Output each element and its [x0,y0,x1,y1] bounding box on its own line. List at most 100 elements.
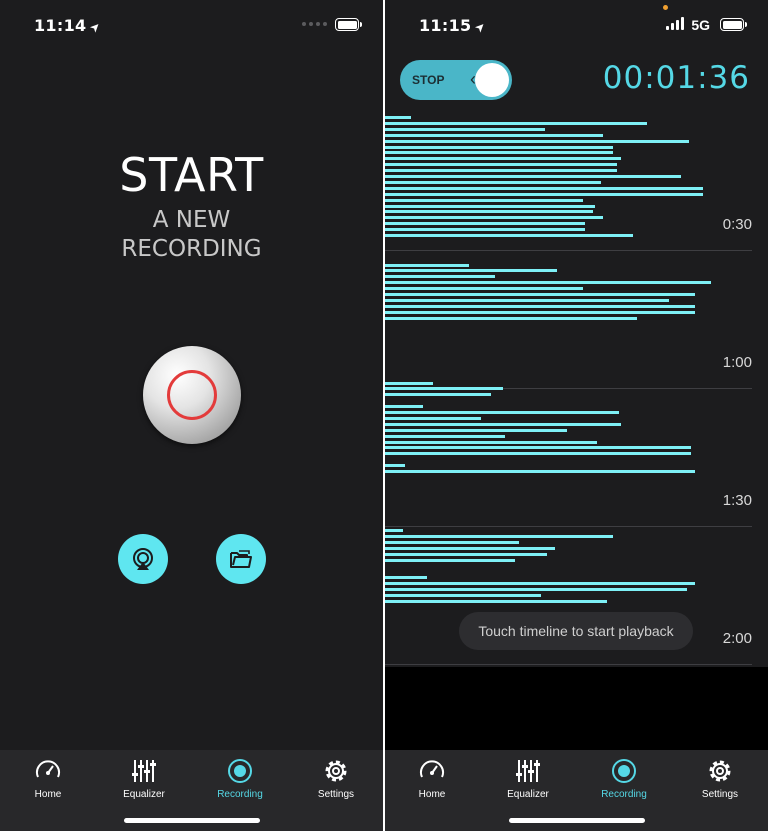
network-type: 5G [691,17,710,33]
waveform-bar [385,151,613,155]
record-icon [609,756,639,786]
airplay-icon [133,548,153,570]
waveform-bar [385,133,603,137]
waveform-bar [385,411,619,414]
record-button[interactable] [143,346,241,444]
waveform-bar [385,281,711,285]
start-title: START [119,148,264,202]
location-arrow-icon: ➤ [472,18,490,36]
waveform-bar [385,275,495,279]
tab-home-label: Home [34,789,62,800]
tab-recording-label: Recording [601,789,647,800]
waveform-bar [385,204,595,208]
waveform-bar [385,157,621,161]
waveform-bar [385,416,481,420]
waveform-bar [385,180,601,184]
waveform-bar [385,452,691,456]
waveform-bar [385,145,613,149]
tab-equalizer[interactable]: Equalizer [488,756,568,800]
waveform-bar [385,287,583,291]
waveform-bar [385,440,597,444]
waveform-bar [385,293,695,296]
record-ring-icon [167,370,217,420]
equalizer-icon [513,756,543,786]
toggle-knob[interactable] [475,63,509,97]
folder-icon [230,550,252,568]
subtitle-line-1: A NEW [152,207,231,233]
waveform-bar [385,540,519,544]
waveform-bar [385,534,613,538]
waveform-bar [385,576,427,580]
waveform-bar [385,228,585,232]
tab-home[interactable]: Home [392,756,472,800]
timeline-tick-line [385,526,752,527]
waveform-bar [385,464,405,468]
waveform-bar [385,116,411,119]
start-subtitle: A NEW RECORDING [0,206,383,264]
gear-icon [705,756,735,786]
tab-equalizer-label: Equalizer [123,789,165,800]
tab-settings[interactable]: Settings [296,756,376,800]
waveform-bar [385,298,669,302]
waveform-bar [385,222,585,226]
tab-recording-label: Recording [217,789,263,800]
status-bar: 11:14➤ [0,0,383,50]
subtitle-line-2: RECORDING [121,236,262,262]
tab-settings[interactable]: Settings [680,756,760,800]
waveform-bar [385,422,621,426]
waveform-bar [385,192,703,196]
waveform-bar [385,546,555,550]
cellular-signal-icon [666,17,684,30]
tab-recording[interactable]: Recording [584,756,664,800]
tab-recording[interactable]: Recording [200,756,280,800]
waveform-bar [385,121,647,125]
battery-icon [335,18,362,31]
signal-dots-icon [302,22,327,26]
status-bar: 11:15➤ 5G [385,0,768,50]
waveform-timeline[interactable]: 0:30 1:00 1:30 2:00 [385,112,768,668]
waveform-bar [385,186,703,190]
waveform-bar [385,405,423,409]
waveform-bar [385,446,691,450]
playback-hint-toast: Touch timeline to start playback [459,612,693,650]
waveform-bar [385,582,695,586]
waveform-bar [385,216,603,220]
airplay-button[interactable] [118,534,168,584]
tab-equalizer-label: Equalizer [507,789,549,800]
waveform-bar [385,139,689,143]
waveform-bar [385,198,583,202]
waveform-bar [385,393,491,397]
waveform-bar [385,263,469,267]
timeline-tick-line [385,250,752,251]
time-marker: 0:30 [722,216,752,233]
home-indicator [509,818,645,823]
speedometer-icon [33,756,63,786]
waveform-bar [385,163,617,167]
waveform-bar [385,387,503,391]
tab-home[interactable]: Home [8,756,88,800]
timeline-tick-line [385,664,752,665]
stop-toggle[interactable]: STOP ‹ [400,60,512,100]
waveform-bar [385,127,545,131]
recording-timer: 00:01:36 [602,60,750,96]
waveform-bar [385,316,637,320]
time-marker: 2:00 [722,630,752,647]
waveform-bar [385,428,567,432]
tab-settings-label: Settings [317,789,355,800]
waveform-bar [385,304,695,308]
status-time: 11:14➤ [34,16,105,36]
status-time: 11:15➤ [419,16,490,36]
tab-equalizer[interactable]: Equalizer [104,756,184,800]
folder-button[interactable] [216,534,266,584]
time-marker: 1:30 [722,492,752,509]
waveform-bar [385,269,557,273]
waveform-bar [385,175,681,178]
waveform-bar [385,169,617,173]
waveform-bar [385,558,515,562]
waveform-bar [385,234,633,237]
gear-icon [321,756,351,786]
speedometer-icon [417,756,447,786]
battery-icon [720,18,747,31]
record-icon [225,756,255,786]
waveform-bar [385,434,505,438]
